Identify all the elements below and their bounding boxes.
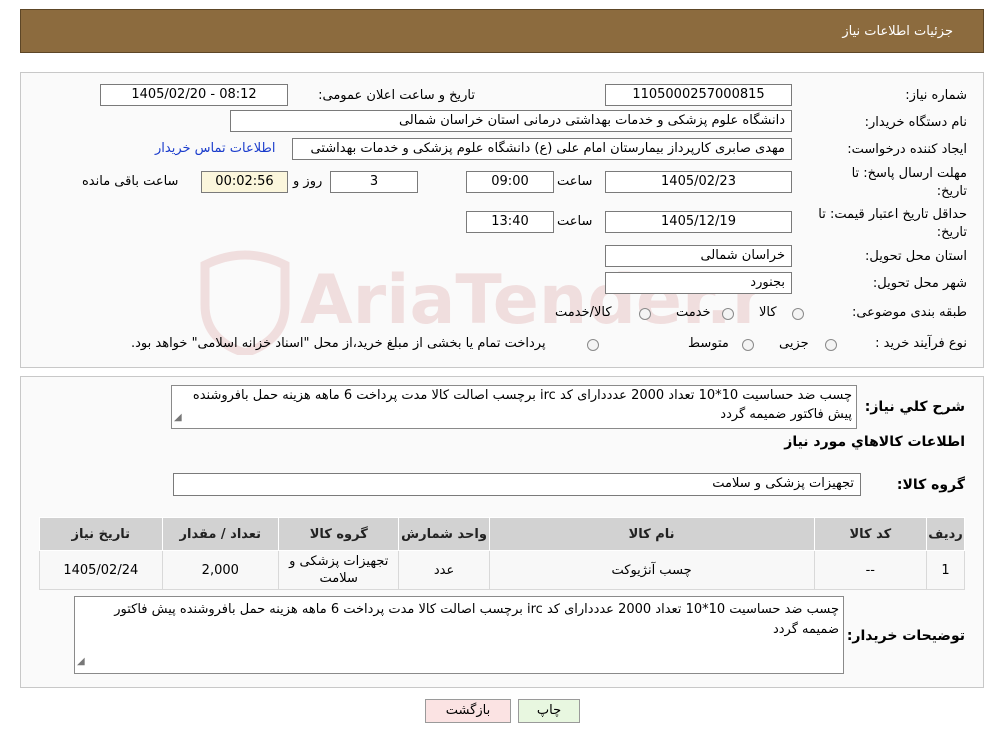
validity-time-field: 13:40: [466, 211, 554, 233]
col-code: کد کالا: [813, 517, 928, 551]
days-field: 3: [330, 171, 418, 193]
radio-goods[interactable]: [792, 308, 804, 320]
col-name: نام کالا: [488, 517, 815, 551]
radio-service[interactable]: [722, 308, 734, 320]
cell-row: 1: [926, 550, 965, 590]
creator-field: مهدی صابری کارپرداز بیمارستان امام علی (…: [292, 138, 792, 160]
province-label: استان محل تحویل:: [865, 249, 967, 264]
cell-unit: عدد: [398, 550, 490, 590]
treasury-note-text: پرداخت تمام یا بخشی از مبلغ خرید،از محل …: [131, 336, 546, 351]
deadline-time-field: 09:00: [466, 171, 554, 193]
table-header-row: ردیف کد کالا نام کالا واحد شمارش گروه کا…: [39, 517, 965, 551]
province-field: خراسان شمالی: [605, 245, 792, 267]
buyer-contact-link[interactable]: اطلاعات تماس خریدار: [155, 141, 275, 156]
radio-medium[interactable]: [742, 339, 754, 351]
buyer-notes-textarea[interactable]: چسب ضد حساسیت 10*10 تعداد 2000 عدددارای …: [74, 596, 844, 674]
city-label: شهر محل تحویل:: [872, 276, 967, 291]
process-option-minor-label: جزیی: [779, 336, 809, 351]
group-label: گروه کالا:: [896, 477, 965, 493]
creator-label: ایجاد کننده درخواست:: [847, 142, 967, 157]
category-option-goods-label: کالا: [759, 305, 777, 320]
col-unit: واحد شمارش: [398, 517, 490, 551]
cell-code: --: [813, 550, 928, 590]
items-title: اطلاعات کالاهاي مورد نياز: [784, 434, 965, 450]
page-title: جزئیات اطلاعات نیاز: [842, 24, 953, 39]
summary-label: شرح کلي نياز:: [864, 399, 965, 415]
cell-name: چسب آنژیوکت: [488, 550, 815, 590]
category-option-service-label: خدمت: [676, 305, 711, 320]
cell-group: تجهیزات پزشکی و سلامت: [277, 550, 400, 590]
validity-label-date: تاریخ:: [936, 225, 967, 240]
process-label: نوع فرآیند خرید :: [875, 336, 967, 351]
need-number-label: شماره نیاز:: [905, 88, 967, 103]
remaining-label: ساعت باقی مانده: [82, 174, 179, 189]
buyer-label: نام دستگاه خریدار:: [864, 115, 967, 130]
group-field: تجهیزات پزشکی و سلامت: [173, 473, 861, 496]
page-header: جزئیات اطلاعات نیاز: [20, 9, 984, 53]
deadline-label-date: تاریخ:: [936, 184, 967, 199]
buyer-notes-text: چسب ضد حساسیت 10*10 تعداد 2000 عدددارای …: [114, 602, 839, 637]
deadline-time-label: ساعت: [557, 174, 593, 189]
resize-grip-icon[interactable]: ◢: [77, 652, 85, 672]
deadline-date-field: 1405/02/23: [605, 171, 792, 193]
need-number-field: 1105000257000815: [605, 84, 792, 106]
radio-minor[interactable]: [825, 339, 837, 351]
deadline-label: مهلت ارسال پاسخ: تا: [851, 166, 967, 181]
process-option-medium-label: متوسط: [688, 336, 729, 351]
col-group: گروه کالا: [277, 517, 400, 551]
announce-field: 1405/02/20 - 08:12: [100, 84, 288, 106]
remaining-time-field: 00:02:56: [201, 171, 288, 193]
category-label: طبقه بندی موضوعی:: [851, 305, 967, 320]
validity-time-label: ساعت: [557, 214, 593, 229]
days-label: روز و: [293, 174, 323, 189]
summary-textarea[interactable]: چسب ضد حساسیت 10*10 تعداد 2000 عدددارای …: [171, 385, 857, 429]
validity-label: حداقل تاریخ اعتبار قیمت: تا: [818, 207, 967, 222]
category-option-both-label: کالا/خدمت: [555, 305, 612, 320]
cell-qty: 2,000: [161, 550, 280, 590]
buyer-notes-label: توضیحات خریدار:: [846, 628, 965, 644]
col-row: ردیف: [926, 517, 965, 551]
validity-date-field: 1405/12/19: [605, 211, 792, 233]
announce-label: تاریخ و ساعت اعلان عمومی:: [318, 88, 475, 103]
items-table: ردیف کد کالا نام کالا واحد شمارش گروه کا…: [39, 517, 965, 590]
print-button[interactable]: چاپ: [518, 699, 580, 723]
buyer-field: دانشگاه علوم پزشکی و خدمات بهداشتی درمان…: [230, 110, 792, 132]
summary-text: چسب ضد حساسیت 10*10 تعداد 2000 عدددارای …: [192, 388, 852, 422]
checkbox-treasury[interactable]: [587, 339, 599, 351]
cell-date: 1405/02/24: [39, 550, 163, 590]
resize-grip-icon[interactable]: ◢: [174, 408, 182, 427]
table-row: 1 -- چسب آنژیوکت عدد تجهیزات پزشکی و سلا…: [39, 550, 965, 590]
radio-goods-service[interactable]: [639, 308, 651, 320]
col-date: تاریخ نیاز: [39, 517, 163, 551]
col-qty: تعداد / مقدار: [161, 517, 280, 551]
back-button[interactable]: بازگشت: [425, 699, 511, 723]
city-field: بجنورد: [605, 272, 792, 294]
